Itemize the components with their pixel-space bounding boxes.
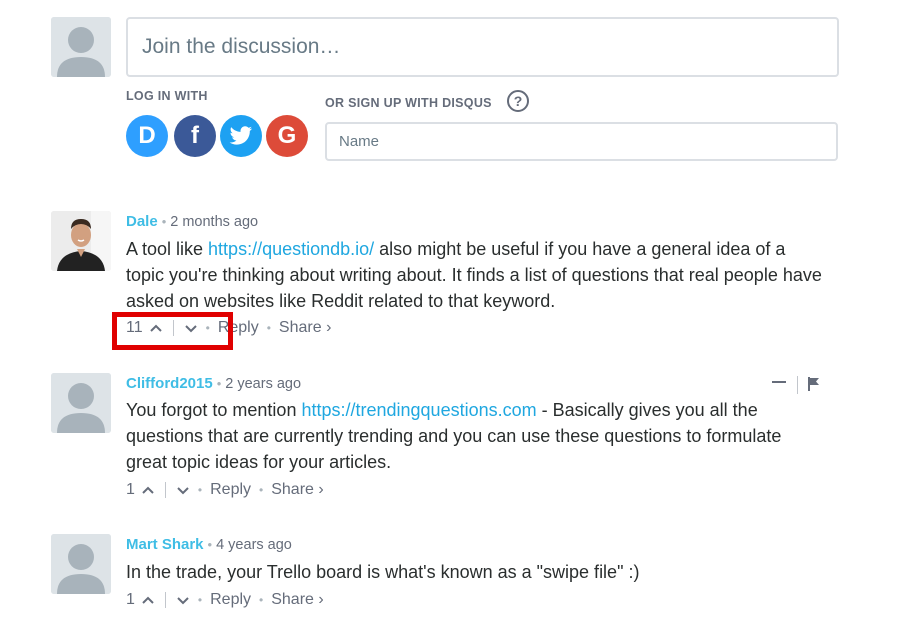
mart-shark-avatar[interactable] xyxy=(51,534,111,594)
google-glyph: G xyxy=(277,122,297,149)
share-button[interactable]: Share › xyxy=(271,591,323,609)
vote-count: 1 xyxy=(126,591,135,608)
author-name[interactable]: Clifford2015 xyxy=(126,375,213,392)
comment-link[interactable]: https://questiondb.io/ xyxy=(208,239,374,259)
signup-disqus-label: OR SIGN UP WITH DISQUS xyxy=(325,96,492,110)
menu-divider xyxy=(797,376,798,394)
vote-highlight-box xyxy=(112,312,233,350)
comment-compose-input[interactable]: Join the discussion… xyxy=(126,17,839,77)
comment-footer: 1 • Reply • Share › xyxy=(126,591,324,609)
author-name[interactable]: Dale xyxy=(126,213,158,230)
comment-body: In the trade, your Trello board is what'… xyxy=(126,559,826,585)
disqus-login-icon[interactable]: D xyxy=(126,115,168,157)
comment-timestamp[interactable]: 2 years ago xyxy=(225,376,301,392)
upvote-icon[interactable] xyxy=(141,593,155,607)
footer-dot: • xyxy=(197,593,203,607)
share-button[interactable]: Share › xyxy=(279,319,331,337)
comment-body: You forgot to mention https://trendingqu… xyxy=(126,397,826,475)
facebook-glyph: f xyxy=(191,122,199,149)
flag-icon[interactable] xyxy=(808,377,820,391)
vote-divider xyxy=(164,482,166,498)
name-input[interactable]: Name xyxy=(325,122,838,161)
compose-placeholder: Join the discussion… xyxy=(142,35,341,58)
downvote-icon[interactable] xyxy=(176,483,190,497)
comment-timestamp[interactable]: 4 years ago xyxy=(216,537,292,553)
facebook-login-icon[interactable]: f xyxy=(174,115,216,157)
clifford-avatar[interactable] xyxy=(51,373,111,433)
comment-text: A tool like xyxy=(126,239,209,259)
comment-header: Clifford2015 • 2 years ago xyxy=(126,375,301,392)
footer-dot: • xyxy=(197,483,203,497)
author-name[interactable]: Mart Shark xyxy=(126,536,204,553)
bullet-separator: • xyxy=(216,376,222,391)
collapse-icon[interactable] xyxy=(772,381,786,383)
comment-body: A tool like https://questiondb.io/ also … xyxy=(126,236,826,314)
twitter-login-icon[interactable] xyxy=(220,115,262,157)
vote-count: 1 xyxy=(126,481,135,498)
twitter-bird-icon xyxy=(229,126,252,145)
dale-avatar[interactable] xyxy=(51,211,111,271)
google-login-icon[interactable]: G xyxy=(266,115,308,157)
comment-footer: 1 • Reply • Share › xyxy=(126,481,324,499)
reply-button[interactable]: Reply xyxy=(210,481,251,499)
comment-timestamp[interactable]: 2 months ago xyxy=(170,214,258,230)
downvote-icon[interactable] xyxy=(176,593,190,607)
help-icon[interactable]: ? xyxy=(507,90,529,112)
name-placeholder: Name xyxy=(339,133,380,150)
current-user-avatar xyxy=(51,17,111,77)
comment-header: Mart Shark • 4 years ago xyxy=(126,536,292,553)
comment-link[interactable]: https://trendingquestions.com xyxy=(301,400,536,420)
footer-dot: • xyxy=(259,483,264,497)
upvote-icon[interactable] xyxy=(141,483,155,497)
comment-text: You forgot to mention xyxy=(126,400,302,420)
login-with-label: LOG IN WITH xyxy=(126,89,208,103)
reply-button[interactable]: Reply xyxy=(210,591,251,609)
comment-text: In the trade, your Trello board is what'… xyxy=(126,562,640,582)
bullet-separator: • xyxy=(207,537,213,552)
footer-dot: • xyxy=(259,593,264,607)
bullet-separator: • xyxy=(161,214,167,229)
vote-divider xyxy=(164,592,166,608)
disqus-glyph: D xyxy=(138,122,156,149)
footer-dot: • xyxy=(266,321,271,335)
comment-header: Dale • 2 months ago xyxy=(126,213,258,230)
share-button[interactable]: Share › xyxy=(271,481,323,499)
